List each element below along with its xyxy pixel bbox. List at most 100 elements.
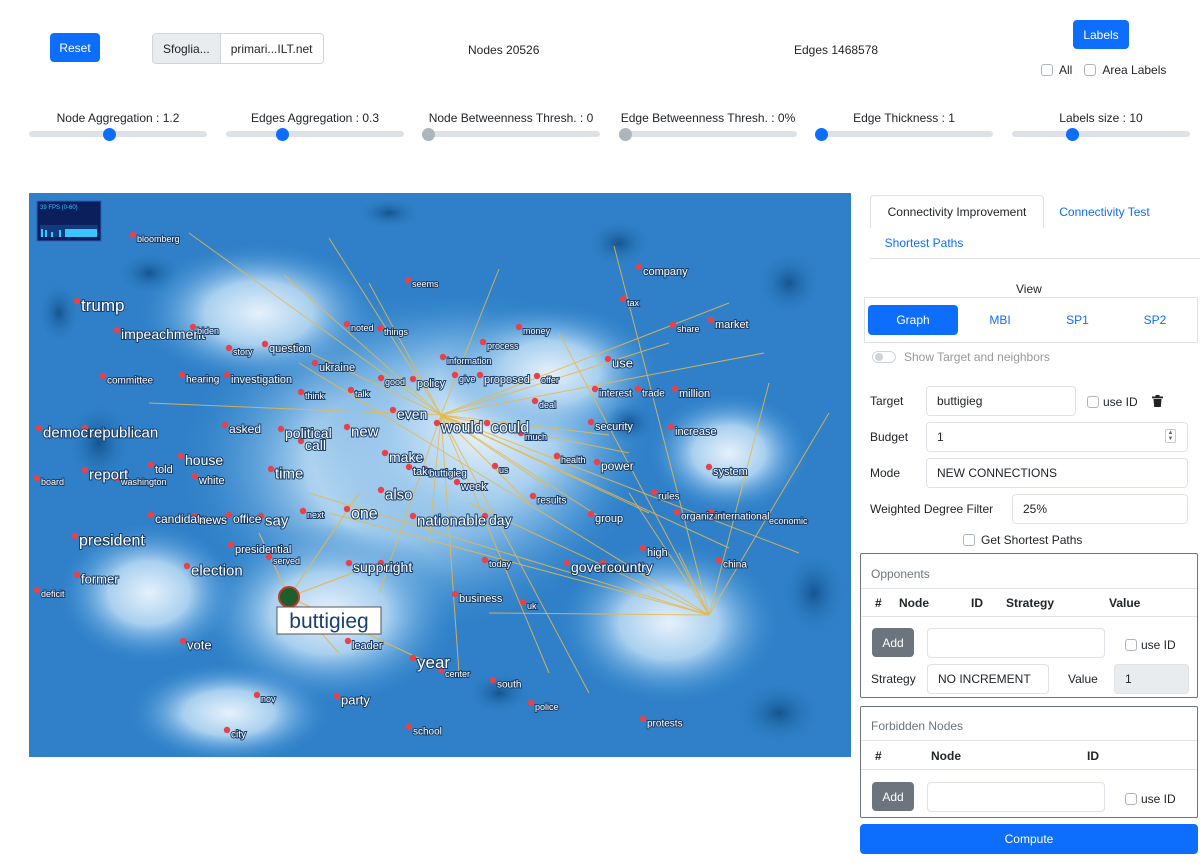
labels-button[interactable]: Labels xyxy=(1073,20,1129,49)
slider-track[interactable] xyxy=(815,127,993,141)
graph-node[interactable] xyxy=(73,571,81,579)
graph-node[interactable] xyxy=(519,598,527,606)
graph-node[interactable] xyxy=(223,726,231,734)
target-use-id-checkbox[interactable] xyxy=(1087,396,1099,408)
graph-node[interactable] xyxy=(73,297,81,305)
opponent-use-id-checkbox[interactable] xyxy=(1125,639,1137,651)
view-tab-sp1[interactable]: SP1 xyxy=(1045,305,1110,335)
graph-node[interactable] xyxy=(409,375,417,383)
graph-node[interactable] xyxy=(343,320,351,328)
graph-node[interactable] xyxy=(669,321,677,329)
graph-node[interactable] xyxy=(553,452,561,460)
area-labels-checkbox[interactable] xyxy=(1084,64,1097,76)
graph-node[interactable] xyxy=(635,263,643,271)
graph-node[interactable] xyxy=(261,340,269,348)
trash-icon[interactable] xyxy=(1152,395,1163,407)
show-target-toggle[interactable] xyxy=(872,351,896,363)
graph-node[interactable] xyxy=(253,691,261,699)
slider-track[interactable] xyxy=(29,127,207,141)
graph-node[interactable] xyxy=(705,463,713,471)
forbidden-add-button[interactable]: Add xyxy=(872,782,914,811)
graph-node[interactable] xyxy=(343,505,351,513)
graph-node[interactable] xyxy=(619,295,627,303)
graph-node[interactable] xyxy=(667,423,675,431)
slider-track[interactable] xyxy=(619,127,797,141)
file-input[interactable]: Sfoglia... primari...ILT.net xyxy=(152,33,324,64)
budget-stepper-icon[interactable]: ▲ ▼ xyxy=(1165,429,1176,443)
graph-node[interactable] xyxy=(671,385,679,393)
graph-node[interactable] xyxy=(389,406,397,414)
graph-node[interactable] xyxy=(563,559,571,567)
graph-node[interactable] xyxy=(81,466,89,474)
get-sp-checkbox[interactable] xyxy=(963,534,975,546)
mode-select[interactable]: NEW CONNECTIONS xyxy=(926,458,1188,488)
forbidden-use-id-checkbox[interactable] xyxy=(1125,793,1137,805)
slider-track[interactable] xyxy=(1012,127,1190,141)
graph-node[interactable] xyxy=(453,478,461,486)
graph-node[interactable] xyxy=(531,397,539,405)
tab-connectivity-test[interactable]: Connectivity Test xyxy=(1048,195,1161,228)
graph-node[interactable] xyxy=(113,326,121,334)
target-input[interactable]: buttigieg xyxy=(926,386,1076,416)
graph-node[interactable] xyxy=(451,371,459,379)
graph-node[interactable] xyxy=(439,353,447,361)
graph-node[interactable] xyxy=(481,556,489,564)
graph-node[interactable] xyxy=(587,510,595,518)
slider-thumb[interactable] xyxy=(1066,127,1080,141)
all-checkbox[interactable] xyxy=(1041,64,1053,76)
opponent-add-button[interactable]: Add xyxy=(872,628,914,657)
graph-node[interactable] xyxy=(451,590,459,598)
slider-thumb[interactable] xyxy=(619,127,632,141)
graph-node[interactable] xyxy=(99,372,107,380)
graph-node[interactable] xyxy=(225,344,233,352)
graph-node[interactable] xyxy=(344,637,352,645)
graph-canvas[interactable]: bloomberg health company seems trump tax impea… xyxy=(29,193,851,757)
graph-node[interactable] xyxy=(267,465,275,473)
graph-node[interactable] xyxy=(715,556,723,564)
browse-button[interactable]: Sfoglia... xyxy=(153,34,221,63)
graph-node[interactable] xyxy=(333,692,341,700)
wdf-input[interactable]: 25% xyxy=(1012,494,1188,524)
graph-node[interactable] xyxy=(409,512,417,520)
graph-node[interactable] xyxy=(409,654,417,662)
graph-node[interactable] xyxy=(311,359,319,367)
graph-node[interactable] xyxy=(483,419,491,427)
graph-node[interactable] xyxy=(178,371,186,379)
graph-node[interactable] xyxy=(634,385,642,393)
opponent-node-input[interactable] xyxy=(927,628,1105,658)
graph-node[interactable] xyxy=(527,699,535,707)
view-tab-graph[interactable]: Graph xyxy=(868,305,958,335)
graph-node[interactable] xyxy=(377,374,385,382)
graph-node[interactable] xyxy=(33,586,41,594)
graph-node[interactable] xyxy=(707,316,715,324)
slider-track[interactable] xyxy=(226,127,404,141)
graph-node[interactable] xyxy=(591,385,599,393)
slider-thumb[interactable] xyxy=(275,127,289,141)
graph-node[interactable] xyxy=(191,472,199,480)
graph-node[interactable] xyxy=(650,488,658,496)
graph-node[interactable] xyxy=(147,461,155,469)
value-input[interactable]: 1 xyxy=(1114,664,1189,694)
graph-node[interactable] xyxy=(604,355,612,363)
graph-visualization[interactable]: bloomberg health company seems trump tax impea… xyxy=(29,193,851,757)
graph-node[interactable] xyxy=(297,388,305,396)
graph-node[interactable] xyxy=(299,507,307,515)
graph-node[interactable] xyxy=(376,324,384,332)
view-tab-sp2[interactable]: SP2 xyxy=(1120,305,1190,335)
slider-track[interactable] xyxy=(422,127,600,141)
graph-node[interactable] xyxy=(381,449,389,457)
graph-node[interactable] xyxy=(347,386,355,394)
compute-button[interactable]: Compute xyxy=(860,824,1198,854)
graph-node[interactable] xyxy=(405,723,413,731)
graph-node[interactable] xyxy=(515,323,523,331)
budget-input[interactable]: 1 xyxy=(926,422,1188,452)
graph-node[interactable] xyxy=(639,544,647,552)
graph-node[interactable] xyxy=(476,371,484,379)
reset-button[interactable]: Reset xyxy=(50,33,100,62)
graph-node[interactable] xyxy=(491,462,499,470)
graph-node[interactable] xyxy=(489,676,497,684)
graph-node[interactable] xyxy=(221,421,229,429)
graph-node[interactable] xyxy=(404,276,412,284)
slider-thumb[interactable] xyxy=(815,127,828,141)
slider-thumb[interactable] xyxy=(422,127,435,141)
